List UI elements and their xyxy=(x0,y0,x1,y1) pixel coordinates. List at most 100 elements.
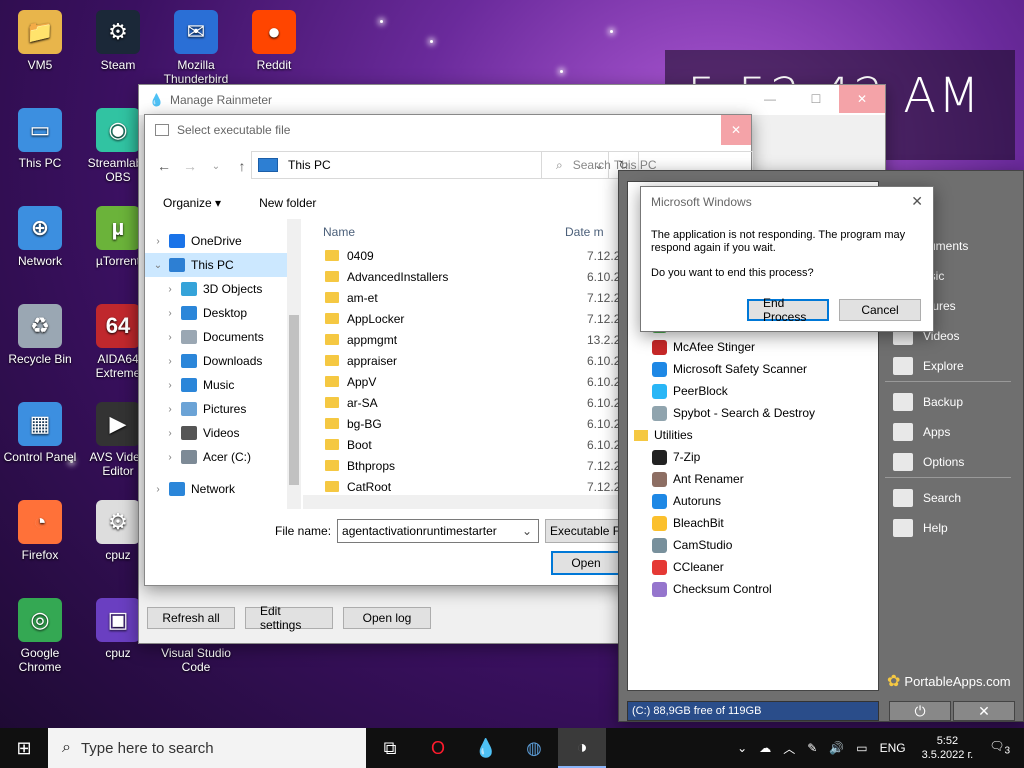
close-button[interactable]: ✕ xyxy=(839,85,885,113)
msgbox-titlebar[interactable]: Microsoft Windows xyxy=(641,187,933,217)
weather-icon[interactable]: ☁ xyxy=(753,741,777,755)
tree-item[interactable]: › 3D Objects xyxy=(145,277,298,301)
dialog-close-button[interactable]: ✕ xyxy=(721,115,751,145)
taskbar-clock[interactable]: 5:52 3.5.2022 г. xyxy=(912,734,984,762)
sidebar-item[interactable]: Apps xyxy=(885,417,1015,447)
tree-item[interactable]: ⌄ This PC xyxy=(145,253,298,277)
sidebar-item[interactable]: Search xyxy=(885,483,1015,513)
forward-icon[interactable]: → xyxy=(177,158,203,174)
app-item[interactable]: Spybot - Search & Destroy xyxy=(628,402,878,424)
app-item[interactable]: CamStudio xyxy=(628,534,878,556)
tree-item[interactable]: › Documents xyxy=(145,325,298,349)
sidebar-item[interactable]: Explore xyxy=(885,351,1015,381)
opera-icon[interactable]: O xyxy=(414,728,462,768)
close-icon[interactable]: ✕ xyxy=(953,701,1015,721)
tree-item[interactable]: › Music xyxy=(145,373,298,397)
desktop-icon[interactable]: ▦ Control Panel xyxy=(0,402,80,464)
tree-item-label: 3D Objects xyxy=(203,282,263,296)
new-folder-button[interactable]: New folder xyxy=(259,196,316,210)
edit-settings-button[interactable]: Edit settings xyxy=(245,604,333,632)
windows-start-icon[interactable]: ⊞ xyxy=(0,728,48,768)
tree-item[interactable]: › Acer (C:) xyxy=(145,445,298,469)
desktop-icon[interactable]: ◎ Google Chrome xyxy=(0,598,80,674)
chevron-icon[interactable]: › xyxy=(163,356,177,367)
app-item[interactable]: McAfee Stinger xyxy=(628,336,878,358)
power-icon[interactable]: ⏻ xyxy=(889,701,951,721)
desktop-app-icon: ◎ xyxy=(18,598,62,642)
file-name: AdvancedInstallers xyxy=(347,269,449,284)
desktop-icon[interactable]: ✉ Mozilla Thunderbird xyxy=(156,10,236,86)
app-item[interactable]: PeerBlock xyxy=(628,380,878,402)
chevron-icon[interactable]: › xyxy=(163,332,177,343)
app-item[interactable]: Checksum Control xyxy=(628,578,878,600)
volume-icon[interactable]: 🔊 xyxy=(823,741,850,755)
filetype-select[interactable]: Executable F xyxy=(545,519,620,543)
app-item[interactable]: Ant Renamer xyxy=(628,468,878,490)
maximize-button[interactable]: ☐ xyxy=(793,85,839,113)
open-button[interactable]: Open xyxy=(551,551,621,575)
sidebar-label: Options xyxy=(923,455,965,469)
tray-chevron-icon[interactable]: ⌄ xyxy=(731,741,753,755)
app-item[interactable]: 7-Zip xyxy=(628,446,878,468)
desktop-icon[interactable]: ● Reddit xyxy=(234,10,314,72)
close-icon[interactable]: ✕ xyxy=(911,193,923,210)
tree-item[interactable]: › Videos xyxy=(145,421,298,445)
sidebar-item[interactable]: Options xyxy=(885,447,1015,477)
tree-item[interactable]: › Downloads xyxy=(145,349,298,373)
tree-item[interactable]: › Desktop xyxy=(145,301,298,325)
tree-scrollbar[interactable] xyxy=(287,219,301,509)
chevron-icon[interactable]: ⌄ xyxy=(151,260,165,271)
tree-item-label: Network xyxy=(191,482,236,496)
sidebar-item[interactable]: Backup xyxy=(885,387,1015,417)
desktop-icon[interactable]: ⚙ Steam xyxy=(78,10,158,72)
open-log-button[interactable]: Open log xyxy=(343,607,431,629)
scroll-thumb[interactable] xyxy=(289,315,299,485)
cancel-button[interactable]: Cancel xyxy=(839,299,921,321)
chevron-icon[interactable]: › xyxy=(163,380,177,391)
language-indicator[interactable]: ENG xyxy=(874,741,912,755)
chevron-icon[interactable]: › xyxy=(163,428,177,439)
desktop-icon[interactable]: ▭ This PC xyxy=(0,108,80,170)
chevron-icon[interactable]: › xyxy=(151,236,165,247)
desktop-icon[interactable]: ◔ Firefox xyxy=(0,500,80,562)
recent-chevron-icon[interactable]: ⌄ xyxy=(203,161,229,172)
tree-item[interactable]: › OneDrive xyxy=(145,229,298,253)
globe-app-icon[interactable]: ◍ xyxy=(510,728,558,768)
back-icon[interactable]: ← xyxy=(151,158,177,174)
network-icon[interactable]: ▭ xyxy=(850,741,873,755)
dialog-titlebar[interactable]: Select executable file xyxy=(145,115,751,145)
app-item[interactable]: CCleaner xyxy=(628,556,878,578)
notifications-icon[interactable]: 🗨3 xyxy=(983,739,1024,756)
filename-input[interactable]: agentactivationruntimestarter ⌄ xyxy=(337,519,540,543)
chevron-down-icon[interactable]: ⌄ xyxy=(522,524,532,538)
app-item[interactable]: Microsoft Safety Scanner xyxy=(628,358,878,380)
app-item[interactable]: BleachBit xyxy=(628,512,878,534)
app-item[interactable]: Autoruns xyxy=(628,490,878,512)
sidebar-item[interactable]: Help xyxy=(885,513,1015,543)
pen-icon[interactable]: ✎ xyxy=(801,741,823,755)
name-column-header[interactable]: Name xyxy=(303,225,565,239)
chevron-icon[interactable]: › xyxy=(163,404,177,415)
end-process-button[interactable]: End Process xyxy=(747,296,829,324)
rainmeter-icon[interactable]: 💧 xyxy=(462,728,510,768)
chevron-icon[interactable]: › xyxy=(151,484,165,495)
portableapps-taskbar-icon[interactable]: ◑ xyxy=(558,728,606,768)
tree-item[interactable]: › Pictures xyxy=(145,397,298,421)
chevron-icon[interactable]: › xyxy=(163,308,177,319)
organize-button[interactable]: Organize ▾ xyxy=(163,196,221,210)
desktop-icon[interactable]: ⊕ Network xyxy=(0,206,80,268)
not-responding-dialog[interactable]: Microsoft Windows ✕ The application is n… xyxy=(640,186,934,332)
portableapps-logo[interactable]: ✿ PortableApps.com xyxy=(887,671,1011,691)
desktop-icon[interactable]: 📁 VM5 xyxy=(0,10,80,72)
refresh-all-button[interactable]: Refresh all xyxy=(147,607,235,629)
chevron-icon[interactable]: › xyxy=(163,284,177,295)
task-view-icon[interactable]: ⧉ xyxy=(366,728,414,768)
minimize-button[interactable]: — xyxy=(747,85,793,113)
taskbar-search[interactable]: ⌕ Type here to search xyxy=(48,728,366,768)
chevron-icon[interactable]: › xyxy=(163,452,177,463)
desktop-icon[interactable]: ♻ Recycle Bin xyxy=(0,304,80,366)
category-utilities[interactable]: Utilities xyxy=(628,424,878,446)
date-column-header[interactable]: Date m xyxy=(565,225,604,239)
show-hidden-icon[interactable]: ︿ xyxy=(777,740,801,757)
tree-item[interactable]: › Network xyxy=(145,477,298,501)
